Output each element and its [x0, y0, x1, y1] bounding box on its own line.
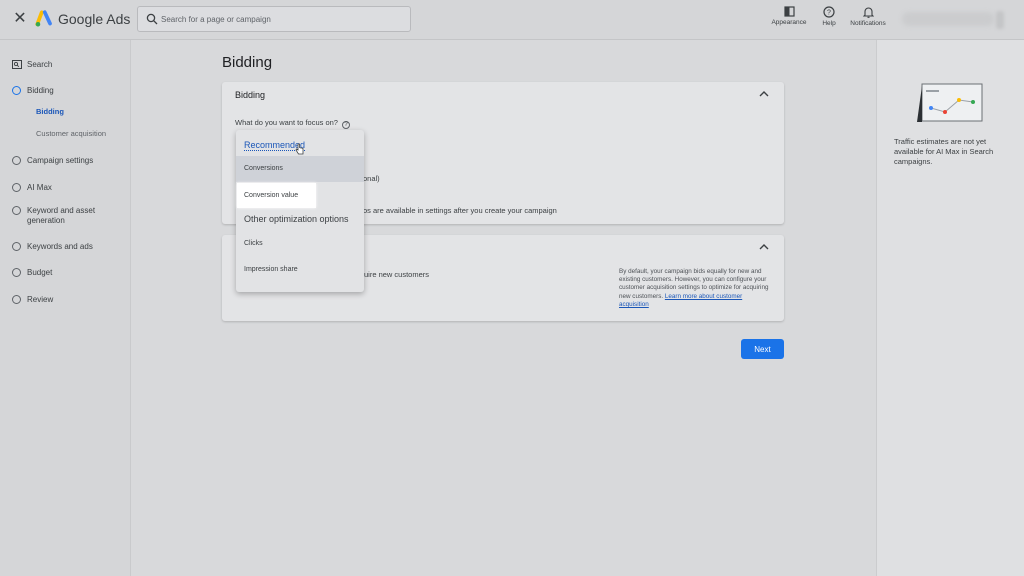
svg-text:?: ? — [827, 10, 831, 17]
customer-acquisition-description: By default, your campaign bids equally f… — [619, 268, 769, 309]
top-bar: ✕ Google Ads Appearance ? Help Notificat… — [0, 0, 1024, 40]
sidebar-item-bidding[interactable]: Bidding — [0, 80, 131, 102]
help-button[interactable]: ? Help — [817, 6, 841, 27]
sidebar-item-label: Budget — [27, 268, 53, 277]
dropdown-option-clicks[interactable]: Clicks — [236, 231, 364, 257]
dropdown-group-other: Other optimization options — [244, 214, 349, 224]
dropdown-option-conversions[interactable]: Conversions — [236, 156, 364, 182]
account-avatar[interactable] — [996, 11, 1004, 29]
option-label: Clicks — [244, 240, 263, 247]
bell-icon — [862, 7, 874, 18]
traffic-chart-illustration-icon — [917, 83, 983, 122]
notifications-label: Notifications — [850, 20, 886, 27]
step-circle-icon — [12, 295, 21, 304]
appearance-icon — [783, 6, 795, 17]
chevron-up-icon[interactable] — [758, 89, 770, 99]
sidebar-item-label: Campaign settings — [27, 156, 94, 165]
sidebar-item-keywords-ads[interactable]: Keywords and ads — [0, 236, 131, 258]
focus-question-text: What do you want to focus on? — [235, 118, 338, 127]
step-circle-icon — [12, 268, 21, 277]
dropdown-option-impression-share[interactable]: Impression share — [236, 257, 364, 283]
step-circle-icon — [12, 86, 21, 95]
search-page-icon — [12, 60, 22, 69]
search-icon — [146, 13, 158, 25]
card-title: Bidding — [235, 90, 266, 100]
sidebar-item-label: Keywords and ads — [27, 242, 93, 251]
right-panel: Traffic estimates are not yet available … — [876, 40, 1024, 576]
help-label: Help — [822, 20, 836, 27]
step-circle-icon — [12, 242, 21, 251]
notifications-button[interactable]: Notifications — [845, 6, 891, 27]
partial-settings-note: os are available in settings after you c… — [363, 206, 557, 215]
sidebar-item-label: Bidding — [27, 86, 54, 95]
option-label: Impression share — [244, 266, 298, 273]
sidebar-subitem-bidding[interactable]: Bidding — [36, 107, 64, 116]
page-title: Bidding — [222, 54, 273, 71]
search-box[interactable] — [137, 6, 411, 32]
appearance-label: Appearance — [771, 19, 807, 26]
sidebar-item-budget[interactable]: Budget — [0, 262, 131, 284]
appearance-button[interactable]: Appearance — [766, 6, 812, 26]
sidebar-item-label: Search — [27, 60, 53, 69]
sidebar-subitem-customer-acquisition[interactable]: Customer acquisition — [36, 129, 106, 138]
google-ads-logo — [35, 10, 52, 27]
option-label: Conversions — [244, 165, 283, 172]
sidebar-item-keyword-asset-generation[interactable]: Keyword and asset generation — [0, 200, 131, 230]
help-circle-icon[interactable]: ? — [341, 121, 350, 129]
close-icon[interactable]: ✕ — [12, 11, 28, 27]
chevron-up-icon[interactable] — [758, 242, 770, 252]
partial-label: onal) — [363, 174, 380, 183]
search-input[interactable] — [161, 10, 406, 28]
dropdown-option-conversion-value[interactable]: Conversion value — [237, 183, 316, 208]
focus-question: What do you want to focus on?? — [235, 118, 350, 129]
traffic-estimate-note: Traffic estimates are not yet available … — [894, 137, 994, 166]
sidebar-item-search[interactable]: Search — [0, 54, 131, 76]
partial-checkbox-label: uire new customers — [364, 270, 430, 279]
step-circle-icon — [12, 206, 21, 215]
next-button[interactable]: Next — [741, 339, 784, 359]
sidebar-item-review[interactable]: Review — [0, 289, 131, 311]
sidebar-item-label: Review — [27, 295, 54, 304]
sidebar-item-label: Keyword and asset generation — [27, 206, 96, 225]
account-info[interactable] — [902, 12, 994, 26]
help-icon: ? — [823, 6, 835, 18]
option-label: Conversion value — [244, 192, 299, 199]
sidebar-item-ai-max[interactable]: AI Max — [0, 177, 131, 199]
left-nav: Search Bidding Bidding Customer acquisit… — [0, 40, 131, 576]
step-circle-icon — [12, 156, 21, 165]
step-circle-icon — [12, 183, 21, 192]
hand-cursor-icon — [295, 143, 304, 155]
sidebar-item-label: AI Max — [27, 183, 52, 192]
sidebar-item-campaign-settings[interactable]: Campaign settings — [0, 150, 131, 172]
brand-name: Google Ads — [58, 11, 131, 27]
